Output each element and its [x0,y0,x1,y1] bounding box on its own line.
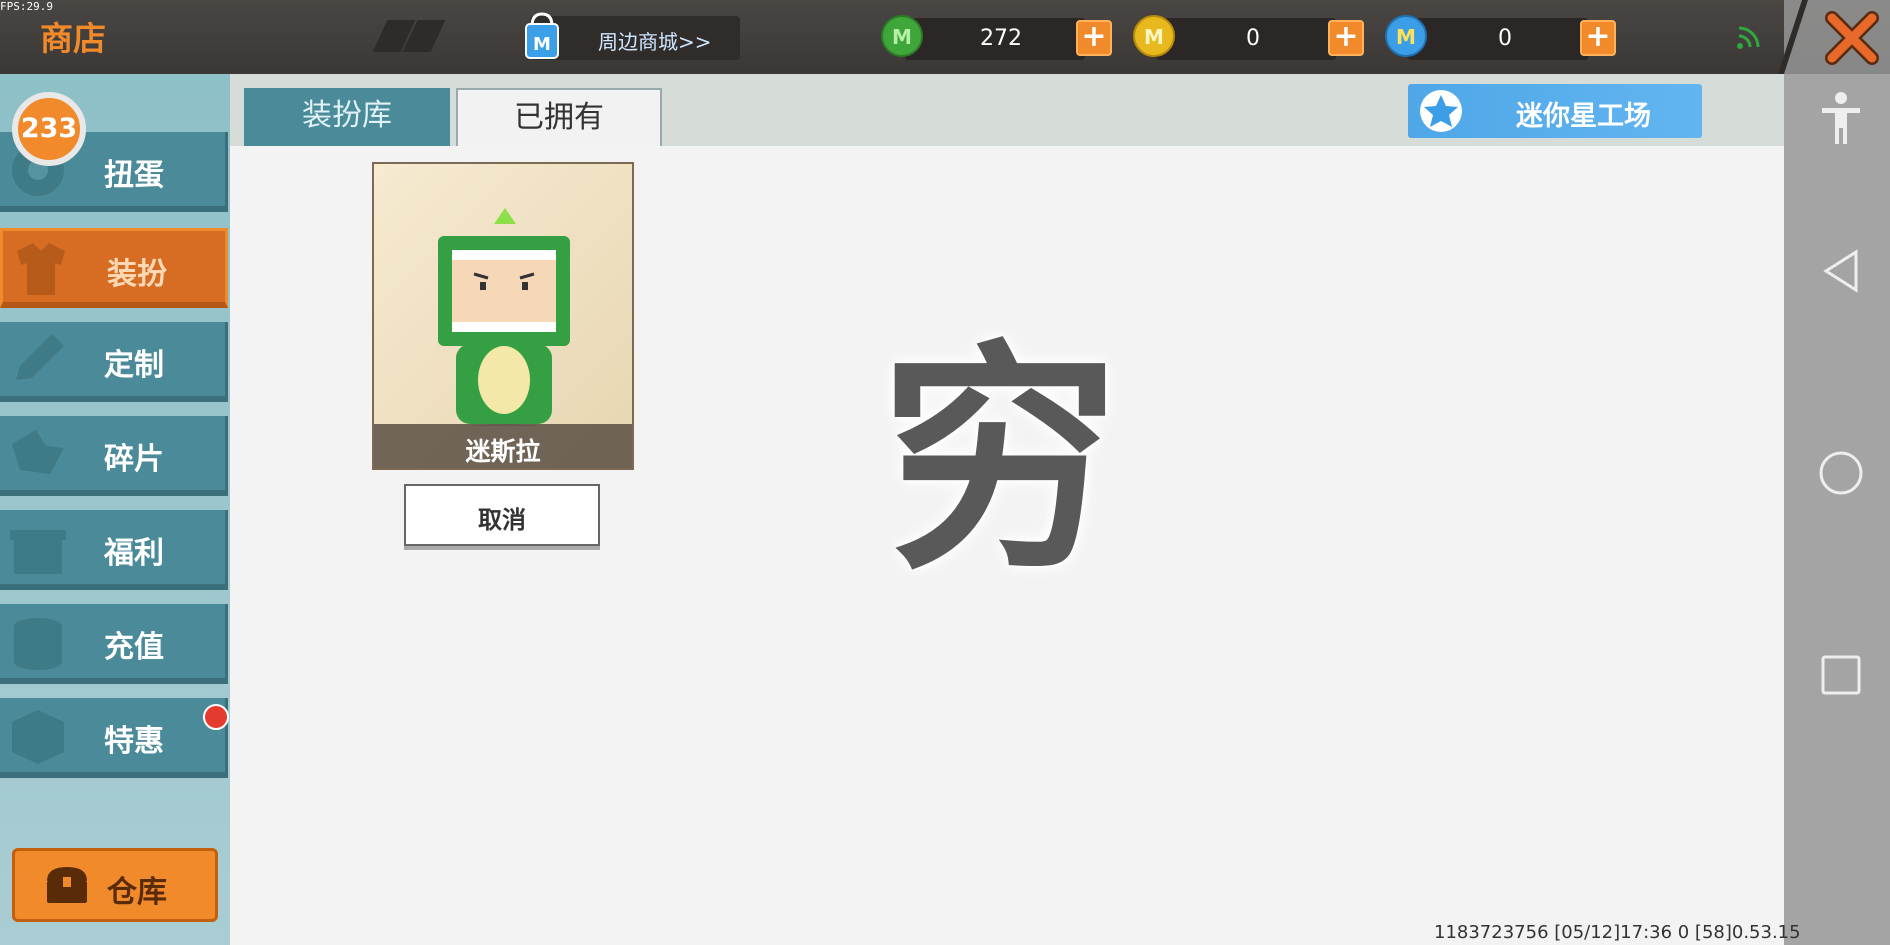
sidebar-item-label: 特惠 [104,724,164,759]
sidebar-item-fragments[interactable]: 碎片 [0,416,228,496]
coin-stack-icon [14,618,62,670]
fragment-icon [12,430,64,474]
gold-coin-count: 0 [1246,26,1260,51]
mini-bean-icon: M [881,15,923,57]
shirt-icon [17,243,65,295]
gift-icon [10,530,66,574]
svg-text:M: M [1144,25,1164,49]
outfit-name-bar: 迷斯拉 [374,424,632,468]
sidebar-item-recharge[interactable]: 充值 [0,604,228,684]
cancel-button[interactable]: 取消 [404,484,600,546]
sidebar-item-label: 扭蛋 [104,158,164,193]
overlay-character: 穷 [880,319,1121,601]
home-icon[interactable] [1816,448,1866,498]
add-mini-coin-button[interactable]: + [1580,20,1616,56]
close-icon[interactable] [1820,6,1884,70]
233-badge[interactable]: 233 [12,92,86,166]
package-icon [12,710,64,764]
svg-text:M: M [1396,25,1416,49]
tab-outfit-library[interactable]: 装扮库 [244,88,450,146]
sidebar-item-welfare[interactable]: 福利 [0,510,228,590]
shopping-bag-icon: M [525,12,559,59]
sidebar-item-label: 装扮 [107,257,167,292]
mall-link-label[interactable]: 周边商城>> [598,26,712,55]
mini-coin-icon: M [1385,15,1427,57]
notification-dot [203,704,229,730]
mini-workshop-button[interactable]: 迷你星工场 [1408,84,1702,138]
cancel-label: 取消 [478,506,526,534]
gold-coin-icon: M [1133,15,1175,57]
sidebar-item-label: 充值 [104,630,164,665]
sidebar-item-label: 定制 [104,348,164,383]
page-title: 商店 [40,19,106,58]
sidebar-item-customize[interactable]: 定制 [0,322,228,402]
sidebar-item-label: 福利 [104,536,164,571]
mini-coin-count: 0 [1498,26,1512,51]
mini-bean-count: 272 [980,26,1022,51]
star-icon [1420,90,1462,132]
dinosaur-avatar-icon [438,208,570,426]
warehouse-button[interactable]: 仓库 [12,848,218,922]
accessibility-icon[interactable] [1816,90,1866,146]
back-icon[interactable] [1816,246,1866,296]
footer-info: 1183723756 [05/12]17:36 0 [58]0.53.15 [1434,922,1801,943]
mini-workshop-label: 迷你星工场 [1516,101,1651,132]
add-mini-bean-button[interactable]: + [1076,20,1112,56]
pencil-icon [16,334,64,380]
outfit-card[interactable]: 迷斯拉 [372,162,634,470]
tab-owned[interactable]: 已拥有 [456,88,662,146]
svg-text:M: M [892,25,912,49]
sidebar-item-outfits[interactable]: 装扮 [0,228,228,308]
svg-text:M: M [533,34,551,55]
recent-apps-icon[interactable] [1816,650,1866,700]
warehouse-label: 仓库 [107,875,167,910]
sidebar-item-label: 碎片 [104,442,164,477]
add-gold-coin-button[interactable]: + [1328,20,1364,56]
treasure-chest-icon [47,867,87,903]
wifi-signal-icon [1737,26,1760,49]
sidebar-item-deals[interactable]: 特惠 [0,698,228,778]
outfit-name: 迷斯拉 [465,437,541,466]
